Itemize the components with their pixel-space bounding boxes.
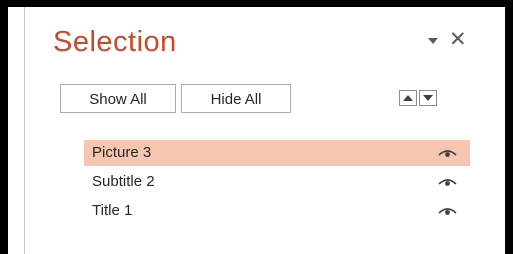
hide-all-button[interactable]: Hide All bbox=[181, 84, 291, 113]
send-backward-button[interactable] bbox=[419, 90, 437, 106]
show-all-button[interactable]: Show All bbox=[60, 84, 176, 113]
eye-icon[interactable] bbox=[438, 148, 457, 158]
triangle-down-icon bbox=[423, 95, 433, 101]
eye-icon[interactable] bbox=[438, 206, 457, 216]
pane-title: Selection bbox=[53, 26, 177, 58]
bring-forward-button[interactable] bbox=[399, 90, 417, 106]
list-item-picture-3[interactable]: Picture 3 bbox=[84, 140, 470, 166]
eye-icon[interactable] bbox=[438, 177, 457, 187]
window-frame-left bbox=[0, 0, 8, 254]
window-frame-right bbox=[505, 0, 513, 254]
list-item-label: Title 1 bbox=[92, 202, 133, 219]
window-frame-top bbox=[0, 0, 513, 7]
triangle-up-icon bbox=[403, 95, 413, 101]
pane-divider[interactable] bbox=[24, 7, 25, 254]
dropdown-arrow-icon[interactable] bbox=[427, 36, 439, 46]
close-icon[interactable]: ✕ bbox=[449, 29, 467, 50]
list-item-label: Subtitle 2 bbox=[92, 173, 155, 190]
list-item-title-1[interactable]: Title 1 bbox=[84, 198, 470, 224]
list-item-label: Picture 3 bbox=[92, 144, 152, 161]
list-item-subtitle-2[interactable]: Subtitle 2 bbox=[84, 169, 470, 195]
